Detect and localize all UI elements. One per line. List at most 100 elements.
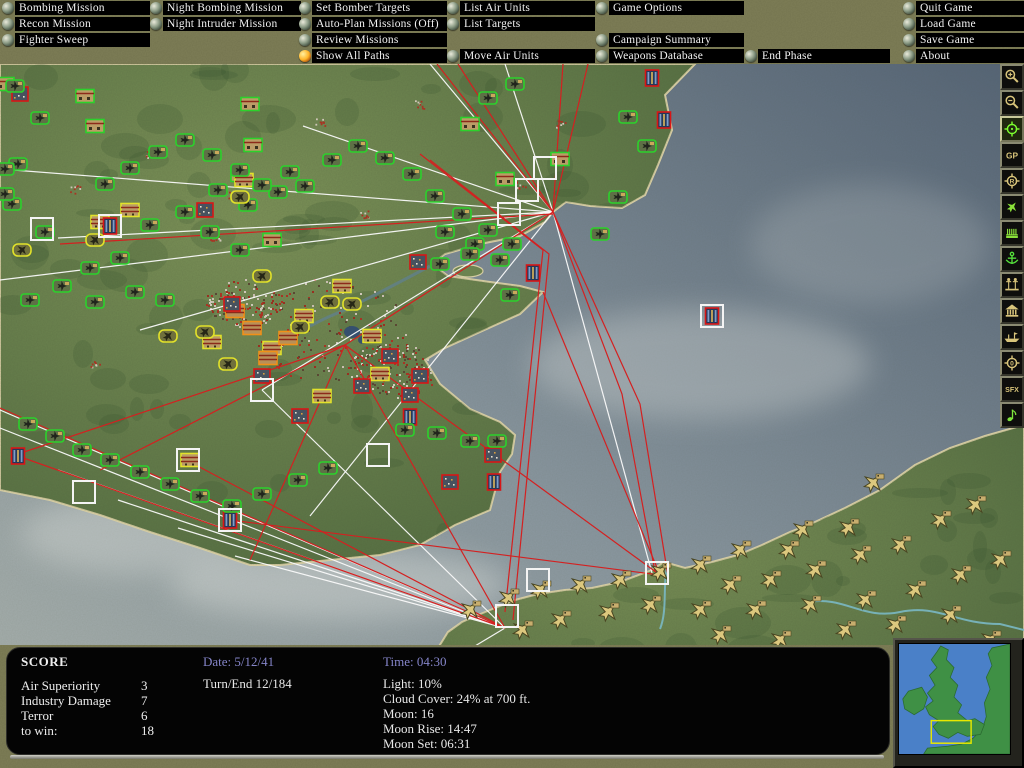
menu-lamp-auto-plan-missions-off[interactable] [299,18,311,30]
raf-airfield[interactable] [222,499,242,513]
raf-fighter-unit[interactable] [290,319,310,335]
menu-lamp-set-bomber-targets[interactable] [299,2,311,14]
port-city[interactable] [10,447,26,465]
menu-lamp-show-all-paths[interactable] [299,50,311,62]
menu-lamp-about[interactable] [903,50,915,62]
menu-button-about[interactable]: About [916,49,1024,63]
tool-gp-icon[interactable]: GP [1000,142,1024,168]
menu-button-show-all-paths[interactable]: Show All Paths [312,49,447,63]
menu-button-list-air-units[interactable]: List Air Units [460,1,595,15]
menu-button-quit-game[interactable]: Quit Game [916,1,1024,15]
menu-lamp-list-targets[interactable] [447,18,459,30]
tool-target-zero-icon[interactable]: 0 [1000,350,1024,376]
raf-airfield[interactable] [72,443,92,457]
raf-depot[interactable] [550,151,570,167]
raf-depot[interactable] [243,137,263,153]
factory[interactable] [332,278,352,294]
raf-depot[interactable] [262,232,282,248]
factory-orange[interactable] [242,320,262,336]
menu-button-set-bomber-targets[interactable]: Set Bomber Targets [312,1,447,15]
tool-ships-icon[interactable] [1000,324,1024,350]
raf-fighter-unit[interactable] [85,232,105,248]
menu-button-campaign-summary[interactable]: Campaign Summary [609,33,744,47]
raf-fighter-unit[interactable] [320,294,340,310]
tool-target-select-icon[interactable] [1000,116,1024,142]
raf-airfield[interactable] [230,163,250,177]
raf-airfield[interactable] [478,91,498,105]
menu-button-list-targets[interactable]: List Targets [460,17,595,31]
raf-airfield[interactable] [20,293,40,307]
city-target[interactable] [196,202,214,218]
tool-anchor-icon[interactable] [1000,246,1024,272]
raf-airfield[interactable] [125,285,145,299]
raf-depot[interactable] [75,88,95,104]
raf-airfield[interactable] [430,257,450,271]
factory[interactable] [312,388,332,404]
raf-depot[interactable] [240,96,260,112]
raf-airfield[interactable] [80,261,100,275]
menu-button-move-air-units[interactable]: Move Air Units [460,49,595,63]
raf-airfield[interactable] [148,145,168,159]
raf-airfield[interactable] [318,461,338,475]
factory-orange[interactable] [258,350,278,366]
raf-fighter-unit[interactable] [342,296,362,312]
menu-button-fighter-sweep[interactable]: Fighter Sweep [15,33,150,47]
raf-airfield[interactable] [452,207,472,221]
raf-airfield[interactable] [45,429,65,443]
menu-lamp-save-game[interactable] [903,34,915,46]
menu-button-weapons-database[interactable]: Weapons Database [609,49,744,63]
menu-button-end-phase[interactable]: End Phase [758,49,890,63]
menu-button-night-intruder-mission[interactable]: Night Intruder Mission [163,17,301,31]
tool-sfx-icon[interactable]: SFX [1000,376,1024,402]
menu-button-night-bombing-mission[interactable]: Night Bombing Mission [163,1,301,15]
raf-airfield[interactable] [608,190,628,204]
factory[interactable] [120,202,140,218]
raf-airfield[interactable] [395,423,415,437]
tool-target-recon-icon[interactable]: R [1000,168,1024,194]
tool-aircraft-icon[interactable] [1000,194,1024,220]
city-target[interactable] [381,348,399,364]
tool-factory-icon[interactable] [1000,220,1024,246]
port-city[interactable] [102,217,118,235]
city-target[interactable] [291,408,309,424]
city-target[interactable] [401,387,419,403]
raf-airfield[interactable] [175,205,195,219]
city-target[interactable] [441,474,459,490]
menu-lamp-move-air-units[interactable] [447,50,459,62]
raf-airfield[interactable] [435,225,455,239]
raf-airfield[interactable] [190,489,210,503]
raf-airfield[interactable] [140,218,160,232]
menu-lamp-end-phase[interactable] [745,50,757,62]
port-city[interactable] [486,473,502,491]
tool-city-icon[interactable] [1000,298,1024,324]
menu-button-save-game[interactable]: Save Game [916,33,1024,47]
menu-lamp-list-air-units[interactable] [447,2,459,14]
raf-depot[interactable] [85,118,105,134]
port-city[interactable] [525,264,541,282]
menu-button-bombing-mission[interactable]: Bombing Mission [15,1,150,15]
raf-airfield[interactable] [252,487,272,501]
raf-airfield[interactable] [402,167,422,181]
city-target[interactable] [253,368,271,384]
city-target[interactable] [484,447,502,463]
raf-fighter-unit[interactable] [252,268,272,284]
raf-fighter-unit[interactable] [12,242,32,258]
raf-airfield[interactable] [280,165,300,179]
raf-airfield[interactable] [252,178,272,192]
port-city[interactable] [644,69,660,87]
tool-music-note-icon[interactable] [1000,402,1024,428]
menu-lamp-bombing-mission[interactable] [2,2,14,14]
city-target[interactable] [223,296,241,312]
raf-airfield[interactable] [295,179,315,193]
minimap[interactable] [893,638,1024,768]
city-target[interactable] [409,254,427,270]
raf-airfield[interactable] [30,111,50,125]
raf-airfield[interactable] [478,223,498,237]
raf-airfield[interactable] [490,253,510,267]
raf-depot[interactable] [460,116,480,132]
menu-lamp-night-bombing-mission[interactable] [150,2,162,14]
raf-airfield[interactable] [0,162,15,176]
factory[interactable] [362,328,382,344]
menu-lamp-night-intruder-mission[interactable] [150,18,162,30]
raf-depot[interactable] [495,171,515,187]
